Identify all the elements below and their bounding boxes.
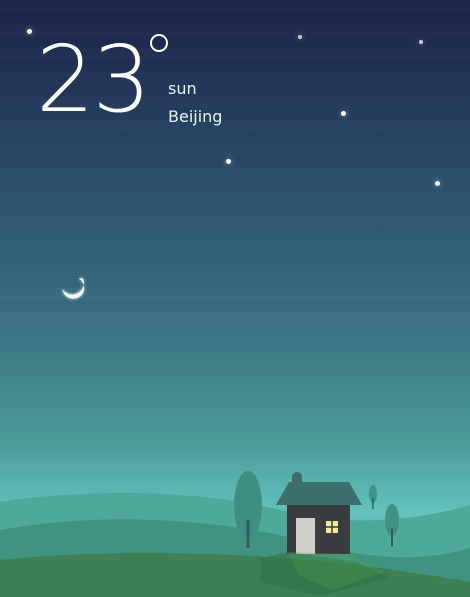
tree-icon	[234, 471, 262, 548]
star-icon	[435, 181, 440, 186]
crescent-moon-icon	[62, 278, 85, 299]
tree-icon	[385, 504, 399, 546]
degree-icon	[150, 34, 168, 52]
house-icon	[276, 472, 362, 554]
star-icon	[298, 35, 302, 39]
weather-condition: sun	[168, 79, 197, 98]
star-icon	[419, 40, 423, 44]
tree-icon	[369, 485, 377, 509]
weather-scene: 23 sun Beijing	[0, 0, 470, 597]
temperature-value: 23	[36, 26, 151, 133]
star-icon	[27, 29, 32, 34]
city-name: Beijing	[168, 107, 223, 126]
star-icon	[341, 111, 346, 116]
star-icon	[226, 159, 231, 164]
